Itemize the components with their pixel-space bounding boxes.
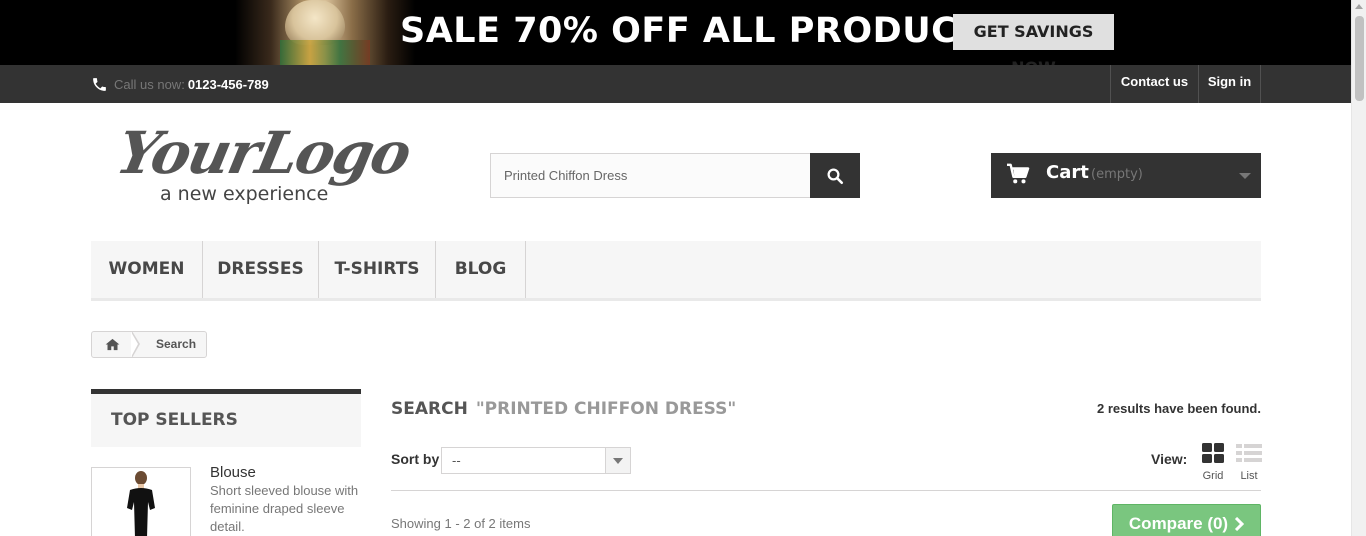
top-nav-bar: Call us now: 0123-456-789 Contact us Sig… [0, 65, 1351, 103]
search-icon [827, 168, 844, 184]
view-list-button[interactable]: List [1236, 443, 1262, 482]
contact-us-link[interactable]: Contact us [1110, 65, 1198, 103]
logo-wordmark: YourLogo [110, 119, 416, 187]
cart-status: (empty) [1091, 167, 1143, 182]
product-description: Short sleeved blouse with feminine drape… [210, 483, 359, 534]
chevron-right-icon [1235, 517, 1245, 531]
get-savings-button[interactable]: GET SAVINGS NOW [953, 14, 1114, 65]
search-button[interactable] [810, 153, 860, 198]
chevron-down-icon [1239, 173, 1251, 179]
list-label: List [1240, 470, 1258, 482]
grid-icon [1202, 443, 1224, 463]
menu-item-tshirts[interactable]: T-SHIRTS [319, 241, 436, 298]
call-us-label: Call us now: [114, 76, 185, 92]
product-name[interactable]: Blouse [210, 464, 256, 481]
product-image [92, 468, 190, 536]
view-grid-button[interactable]: Grid [1200, 443, 1226, 482]
sort-by-label: Sort by [391, 451, 440, 467]
site-logo[interactable]: YourLogo a new experience [111, 119, 416, 210]
search-results-title: SEARCH "PRINTED CHIFFON DRESS" [391, 399, 736, 419]
compare-label: Compare (0) [1128, 514, 1229, 533]
promo-banner[interactable]: SALE 70% OFF ALL PRODUCTS GET SAVINGS NO… [0, 0, 1351, 65]
main-menu: WOMEN DRESSES T-SHIRTS BLOG [91, 241, 1261, 301]
product-thumbnail[interactable] [91, 467, 191, 536]
sort-select-value: -- [452, 453, 461, 468]
phone-number: 0123-456-789 [187, 76, 269, 92]
breadcrumb: Search [91, 331, 207, 358]
banner-model-image [235, 0, 415, 65]
top-sellers-header: TOP SELLERS [91, 389, 361, 447]
menu-item-blog[interactable]: BLOG [436, 241, 526, 298]
scroll-up-icon[interactable] [1355, 4, 1363, 9]
phone-icon [93, 77, 106, 91]
sign-in-link[interactable]: Sign in [1198, 65, 1261, 103]
logo-tagline: a new experience [160, 183, 329, 205]
list-icon [1236, 444, 1262, 462]
grid-label: Grid [1202, 470, 1224, 482]
breadcrumb-home[interactable] [92, 332, 132, 357]
breadcrumb-separator-inner [131, 332, 138, 357]
phone-contact: Call us now: 0123-456-789 [91, 65, 269, 103]
home-icon [105, 338, 119, 351]
breadcrumb-current: Search [156, 337, 197, 351]
showing-items-text: Showing 1 - 2 of 2 items [391, 516, 531, 531]
scrollbar-thumb[interactable] [1355, 16, 1364, 101]
search-query: "PRINTED CHIFFON DRESS" [475, 399, 737, 419]
search-title-label: SEARCH [391, 399, 468, 419]
search-input[interactable] [490, 153, 811, 198]
sort-select[interactable]: -- [441, 447, 631, 474]
top-sellers-title[interactable]: TOP SELLERS [111, 410, 238, 430]
cart-button[interactable]: Cart (empty) [991, 153, 1261, 198]
menu-item-dresses[interactable]: DRESSES [203, 241, 319, 298]
divider [391, 490, 1261, 491]
chevron-down-icon [605, 448, 630, 473]
cart-icon [1007, 163, 1030, 184]
banner-headline: SALE 70% OFF ALL PRODUCTS [400, 11, 1008, 51]
view-label: View: [1151, 451, 1188, 467]
compare-button[interactable]: Compare (0) [1112, 504, 1261, 536]
page-scrollbar[interactable] [1351, 0, 1366, 536]
results-count: 2 results have been found. [1097, 401, 1261, 416]
cart-label: Cart [1046, 162, 1089, 183]
menu-item-women[interactable]: WOMEN [91, 241, 203, 298]
